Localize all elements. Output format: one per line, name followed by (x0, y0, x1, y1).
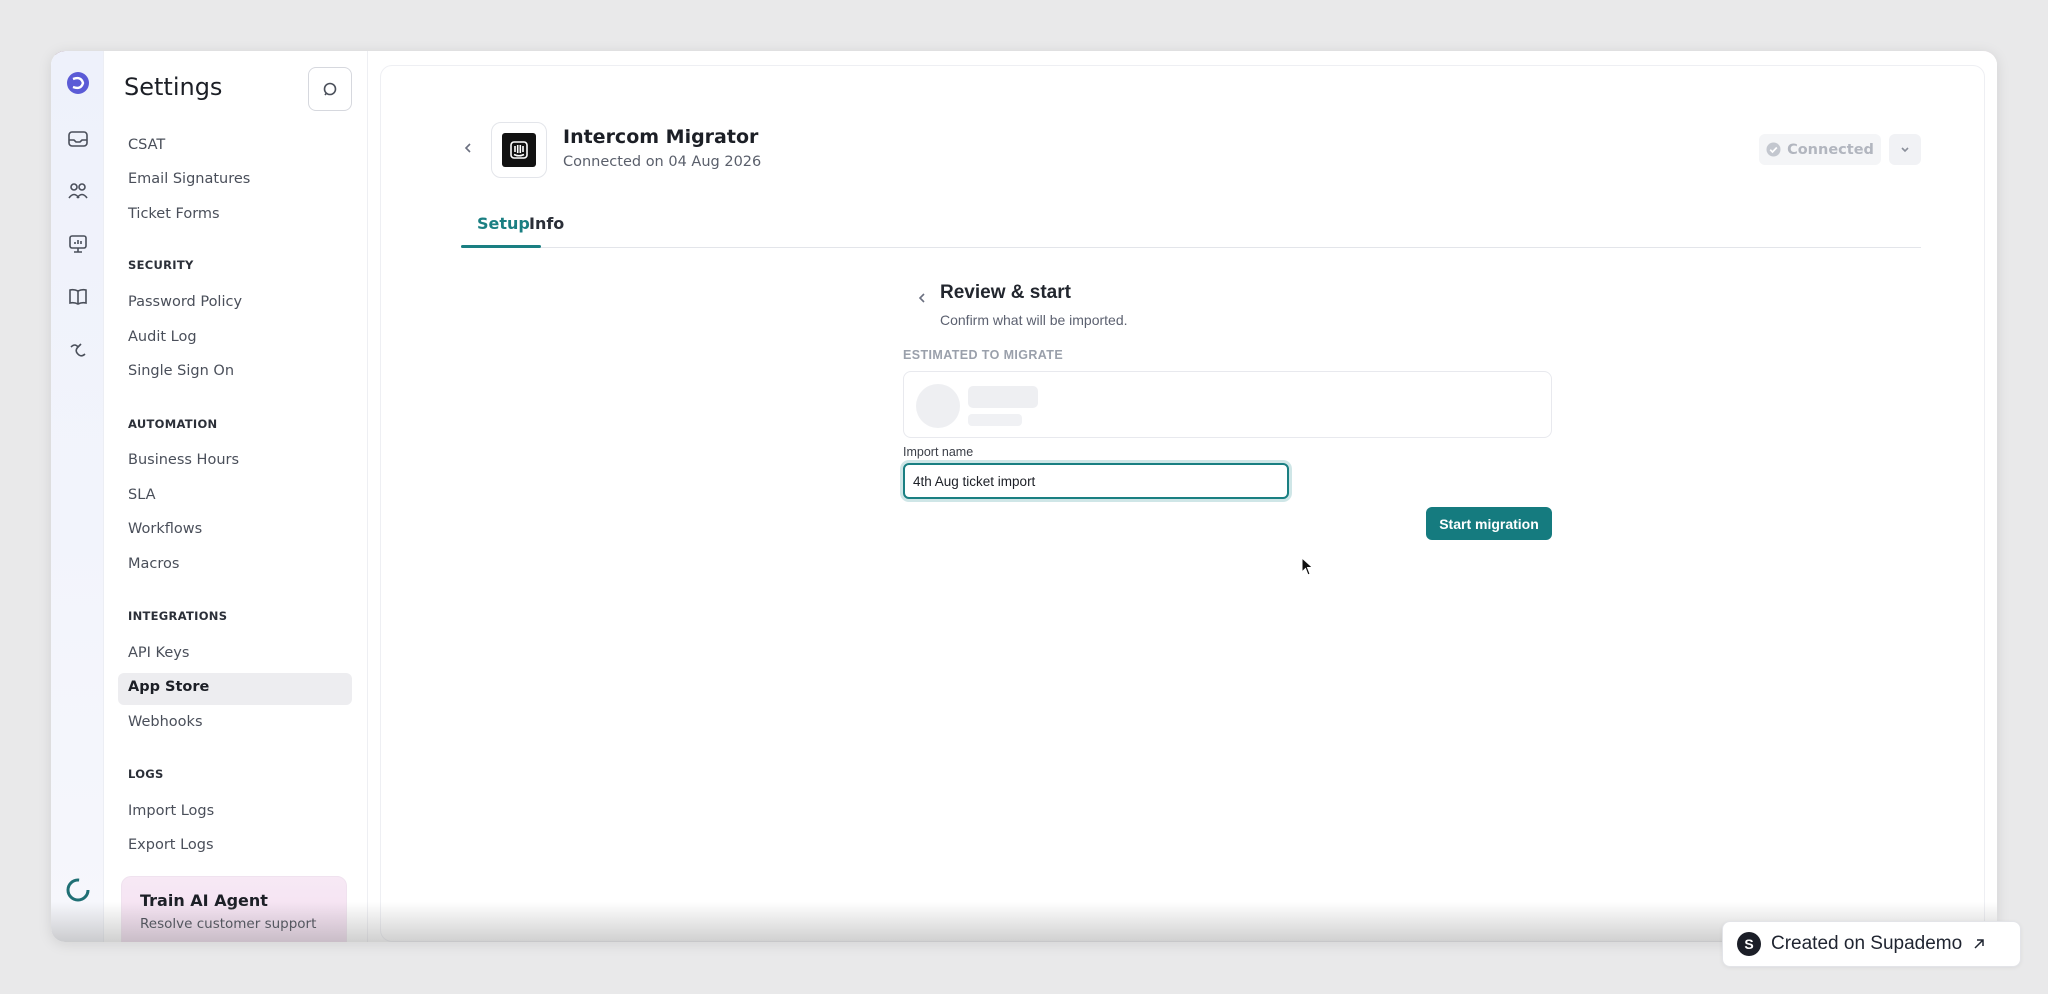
estimated-summary-card (903, 371, 1552, 438)
app-logo (491, 122, 547, 178)
active-tab-indicator (461, 245, 541, 248)
status-label: Connected (1787, 141, 1874, 158)
tabs-divider (461, 247, 1921, 248)
review-subtitle: Confirm what will be imported. (940, 312, 1128, 328)
section-security: SECURITY (128, 258, 194, 272)
logo-icon[interactable] (64, 69, 92, 97)
skeleton-avatar (916, 384, 960, 428)
sidebar-item-macros[interactable]: Macros (128, 556, 179, 572)
sidebar-item-api-keys[interactable]: API Keys (128, 645, 189, 661)
chevron-left-icon (918, 293, 925, 303)
review-back-button[interactable] (917, 291, 927, 308)
skeleton-line (968, 414, 1022, 426)
knowledge-icon[interactable] (64, 283, 92, 311)
train-ai-agent-card[interactable]: Train AI Agent Resolve customer support (121, 876, 347, 942)
back-button[interactable] (463, 141, 473, 159)
loading-icon (64, 876, 92, 904)
section-automation: AUTOMATION (128, 417, 218, 431)
tab-info[interactable]: Info (529, 214, 564, 233)
connected-date: Connected on 04 Aug 2026 (563, 154, 762, 170)
card-description: Resolve customer support (140, 916, 317, 932)
reports-icon[interactable] (64, 230, 92, 258)
chevron-down-icon (1901, 146, 1909, 152)
import-name-label: Import name (903, 445, 974, 459)
sidebar-item-export-logs[interactable]: Export Logs (128, 837, 214, 853)
sidebar-item-sla[interactable]: SLA (128, 487, 156, 503)
content-panel: Intercom Migrator Connected on 04 Aug 20… (380, 65, 1985, 942)
skeleton-line (968, 386, 1038, 408)
supademo-badge[interactable]: S Created on Supademo (1722, 921, 2021, 967)
import-name-input[interactable] (903, 463, 1289, 499)
estimated-label: ESTIMATED TO MIGRATE (903, 348, 1064, 362)
search-icon (323, 82, 337, 96)
sidebar-item-business-hours[interactable]: Business Hours (128, 452, 239, 468)
intercom-icon (502, 133, 536, 167)
sidebar-item-password-policy[interactable]: Password Policy (128, 294, 242, 310)
sidebar-item-single-sign-on[interactable]: Single Sign On (128, 363, 234, 379)
main-content: Intercom Migrator Connected on 04 Aug 20… (368, 51, 1997, 942)
app-window: Settings CSAT Email Signatures Ticket Fo… (51, 51, 1997, 942)
sidebar-item-webhooks[interactable]: Webhooks (128, 714, 203, 730)
sidebar-item-csat[interactable]: CSAT (128, 137, 165, 153)
app-name: Intercom Migrator (563, 126, 759, 148)
sidebar-item-import-logs[interactable]: Import Logs (128, 803, 214, 819)
settings-sidebar: Settings CSAT Email Signatures Ticket Fo… (104, 51, 368, 942)
sidebar-item-workflows[interactable]: Workflows (128, 521, 202, 537)
supademo-logo-icon: S (1737, 932, 1761, 956)
review-title: Review & start (940, 282, 1071, 303)
mouse-cursor-icon (1301, 556, 1315, 582)
section-logs: LOGS (128, 767, 164, 781)
status-badge: Connected (1759, 134, 1881, 165)
contacts-icon[interactable] (64, 177, 92, 205)
status-dropdown-button[interactable] (1889, 134, 1921, 165)
sidebar-item-audit-log[interactable]: Audit Log (128, 329, 197, 345)
ai-icon[interactable] (64, 336, 92, 364)
tab-setup[interactable]: Setup (477, 214, 530, 233)
supademo-label: Created on Supademo (1771, 933, 1963, 954)
sidebar-item-app-store-label[interactable]: App Store (128, 679, 209, 695)
check-circle-icon (1766, 142, 1781, 157)
chevron-left-icon (464, 143, 471, 153)
section-integrations: INTEGRATIONS (128, 609, 228, 623)
sidebar-title: Settings (124, 73, 223, 101)
sidebar-item-ticket-forms[interactable]: Ticket Forms (128, 206, 220, 222)
sidebar-item-email-signatures[interactable]: Email Signatures (128, 171, 250, 187)
sidebar-search-button[interactable] (308, 67, 352, 111)
start-migration-button[interactable]: Start migration (1426, 507, 1552, 540)
external-link-icon (1974, 939, 1984, 949)
inbox-icon[interactable] (64, 125, 92, 153)
icon-rail (51, 51, 104, 942)
card-title: Train AI Agent (140, 891, 268, 910)
